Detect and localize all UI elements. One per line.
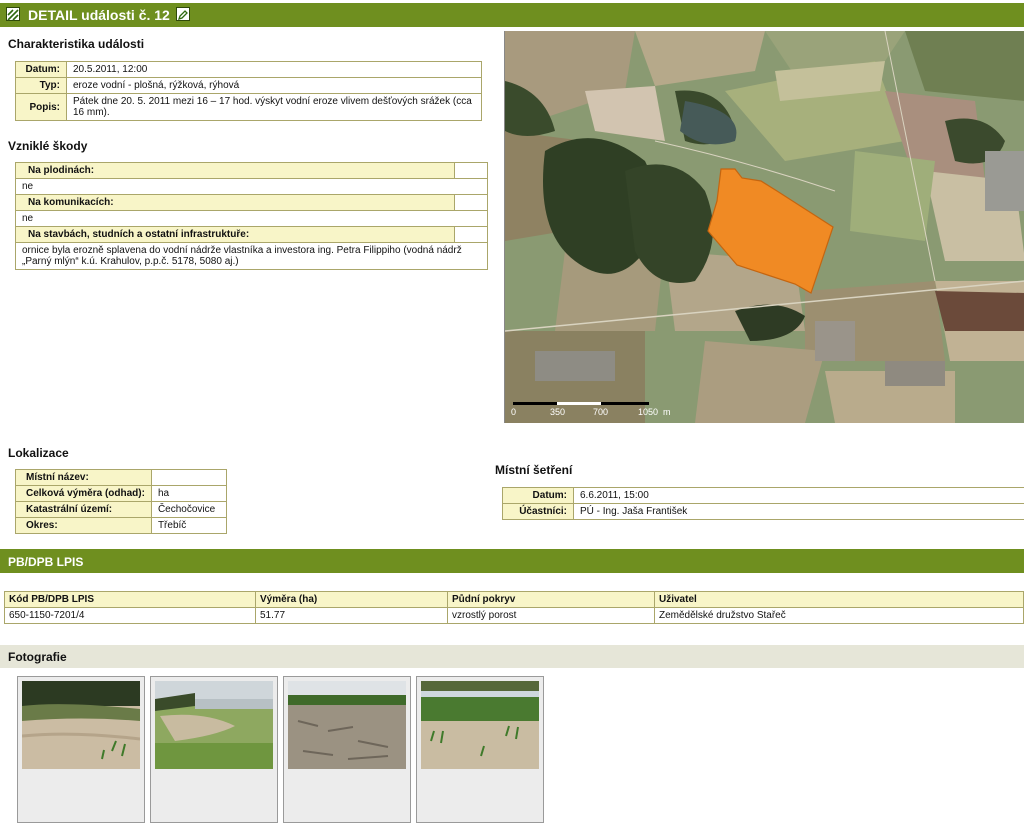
table-header-row: Kód PB/DPB LPIS Výměra (ha) Půdní pokryv…	[4, 591, 1024, 608]
column-header: Výměra (ha)	[255, 591, 448, 608]
column-header: Kód PB/DPB LPIS	[4, 591, 256, 608]
popis-label: Popis:	[15, 93, 67, 121]
okres-label: Okres:	[15, 517, 152, 534]
mistni-nazev-label: Místní název:	[15, 469, 152, 486]
katastralni-uzemi-label: Katastrální území:	[15, 501, 152, 518]
scale-label: 350	[550, 407, 565, 417]
scale-label: 700	[593, 407, 608, 417]
fotografie-section-bar: Fotografie	[0, 645, 1024, 668]
stavby-value: ornice byla erozně splavena do vodní nád…	[15, 242, 488, 270]
table-row: Katastrální území: Čechočovice	[15, 501, 227, 518]
aerial-map-image[interactable]: 0 350 700 1050 m	[505, 31, 1024, 423]
photo-thumbnail[interactable]	[416, 676, 544, 823]
empty-cell	[454, 194, 488, 211]
mistni-nazev-value	[150, 469, 227, 486]
map-icon	[6, 7, 20, 21]
lokalizace-table: Místní název: Celková výměra (odhad): ha…	[15, 469, 227, 534]
table-row: Typ: eroze vodní - plošná, rýžková, rýho…	[15, 77, 482, 94]
photo-image[interactable]	[421, 681, 539, 769]
table-row: Na plodinách:	[15, 162, 488, 179]
table-row: ne	[15, 178, 488, 195]
edit-icon[interactable]	[176, 7, 190, 21]
table-row: Účastníci: PÚ - Ing. Jaša František	[502, 503, 1024, 520]
katastralni-uzemi-value: Čechočovice	[150, 501, 227, 518]
popis-value: Pátek dne 20. 5. 2011 mezi 16 – 17 hod. …	[66, 93, 482, 121]
komunikace-value: ne	[15, 210, 488, 227]
lpis-section-bar: PB/DPB LPIS	[0, 549, 1024, 573]
page-title: DETAIL události č. 12	[28, 7, 170, 23]
table-row: ornice byla erozně splavena do vodní nád…	[15, 242, 488, 270]
photo-image[interactable]	[155, 681, 273, 769]
lpis-title: PB/DPB LPIS	[8, 555, 84, 569]
scale-label: 0	[511, 407, 516, 417]
skody-title: Vzniklé škody	[8, 139, 88, 153]
vymera-label: Celková výměra (odhad):	[15, 485, 152, 502]
detail-header-bar: DETAIL události č. 12	[0, 3, 1024, 27]
lpis-kod-cell: 650-1150-7201/4	[4, 607, 256, 624]
setreni-datum-label: Datum:	[502, 487, 574, 504]
lpis-uzivatel-cell: Zemědělské družstvo Stařeč	[654, 607, 1024, 624]
charakteristika-title: Charakteristika události	[8, 37, 145, 51]
photo-thumbnail[interactable]	[17, 676, 145, 823]
table-row: Na stavbách, studních a ostatní infrastr…	[15, 226, 488, 243]
scale-label: 1050	[638, 407, 658, 417]
scale-unit: m	[663, 407, 671, 417]
photo-image[interactable]	[288, 681, 406, 769]
typ-value: eroze vodní - plošná, rýžková, rýhová	[66, 77, 482, 94]
photo-thumbnail[interactable]	[283, 676, 411, 823]
stavby-header: Na stavbách, studních a ostatní infrastr…	[15, 226, 455, 243]
okres-value: Třebíč	[150, 517, 227, 534]
setreni-table: Datum: 6.6.2011, 15:00 Účastníci: PÚ - I…	[502, 487, 1024, 520]
charakteristika-table: Datum: 20.5.2011, 12:00 Typ: eroze vodní…	[15, 61, 482, 121]
table-row: Datum: 20.5.2011, 12:00	[15, 61, 482, 78]
lpis-pokryv-cell: vzrostlý porost	[447, 607, 655, 624]
vymera-value: ha	[150, 485, 227, 502]
lpis-vymera-cell: 51.77	[255, 607, 448, 624]
typ-label: Typ:	[15, 77, 67, 94]
table-row: 650-1150-7201/4 51.77 vzrostlý porost Ze…	[4, 607, 1024, 624]
photo-thumbnail[interactable]	[150, 676, 278, 823]
skody-table: Na plodinách: ne Na komunikacích: ne Na …	[15, 162, 488, 270]
empty-cell	[454, 226, 488, 243]
table-row: Na komunikacích:	[15, 194, 488, 211]
datum-value: 20.5.2011, 12:00	[66, 61, 482, 78]
table-row: Okres: Třebíč	[15, 517, 227, 534]
datum-label: Datum:	[15, 61, 67, 78]
plodiny-header: Na plodinách:	[15, 162, 455, 179]
ucastnici-label: Účastníci:	[502, 503, 574, 520]
ucastnici-value: PÚ - Ing. Jaša František	[573, 503, 1024, 520]
table-row: Datum: 6.6.2011, 15:00	[502, 487, 1024, 504]
komunikace-header: Na komunikacích:	[15, 194, 455, 211]
table-row: ne	[15, 210, 488, 227]
table-row: Místní název:	[15, 469, 227, 486]
column-header: Půdní pokryv	[447, 591, 655, 608]
setreni-title: Místní šetření	[495, 463, 573, 477]
column-header: Uživatel	[654, 591, 1024, 608]
setreni-datum-value: 6.6.2011, 15:00	[573, 487, 1024, 504]
fotografie-title: Fotografie	[8, 650, 67, 664]
aerial-map[interactable]: 0 350 700 1050 m	[504, 31, 1024, 423]
plodiny-value: ne	[15, 178, 488, 195]
table-row: Celková výměra (odhad): ha	[15, 485, 227, 502]
photo-image[interactable]	[22, 681, 140, 769]
lokalizace-title: Lokalizace	[8, 446, 69, 460]
empty-cell	[454, 162, 488, 179]
lpis-table: Kód PB/DPB LPIS Výměra (ha) Půdní pokryv…	[4, 591, 1024, 624]
table-row: Popis: Pátek dne 20. 5. 2011 mezi 16 – 1…	[15, 93, 482, 121]
